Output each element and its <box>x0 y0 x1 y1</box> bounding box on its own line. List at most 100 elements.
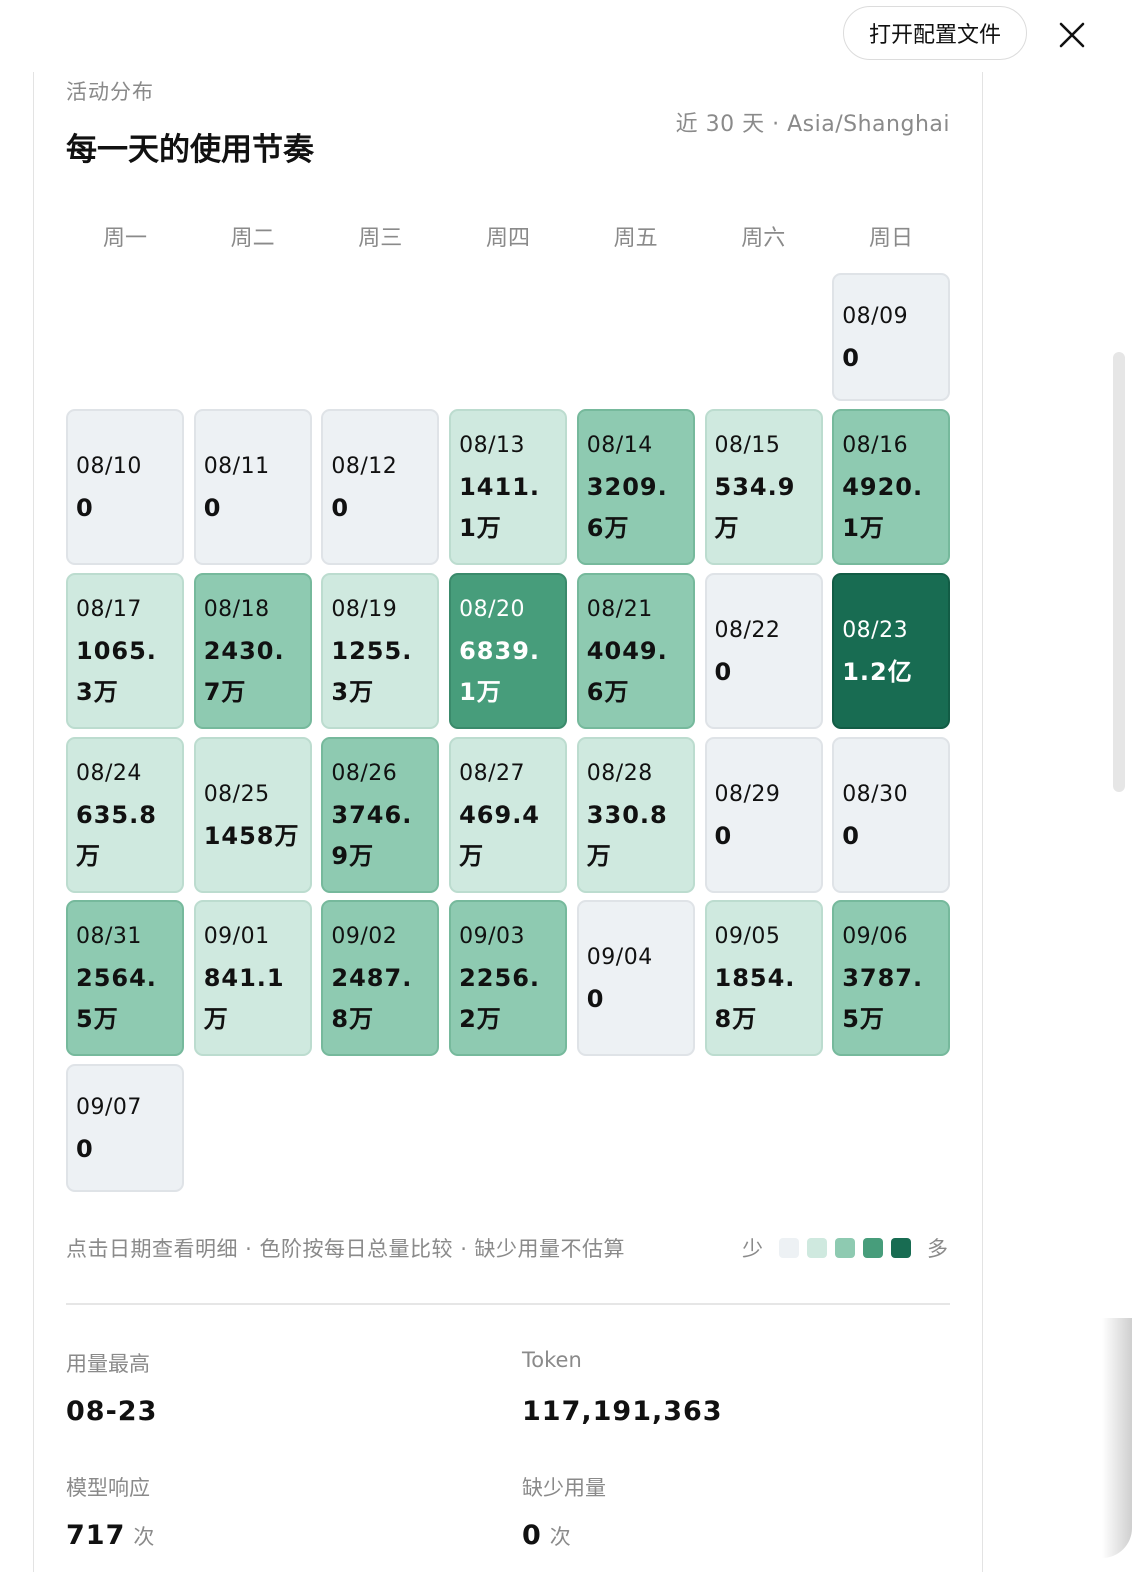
day-cell[interactable]: 08/25 1458万 <box>193 737 312 893</box>
day-cell[interactable]: 08/10 0 <box>66 409 184 565</box>
day-cell[interactable]: 09/06 3787.5万 <box>832 900 951 1056</box>
day-cell[interactable]: 08/09 0 <box>832 273 951 401</box>
day-date: 08/23 <box>842 617 909 643</box>
day-cell[interactable]: 08/31 2564.5万 <box>66 900 184 1056</box>
day-value: 2430.7万 <box>203 637 285 706</box>
calendar-grid: 08/09 0 08/10 0 08/11 0 08/12 0 08/13 1411.1万 08/1… <box>66 273 951 1193</box>
weekday-header: 周一 周二 周三 周四 周五 周六 周日 <box>66 220 950 252</box>
day-cell[interactable]: 08/15 534.9万 <box>704 409 823 565</box>
day-date: 08/17 <box>76 597 142 622</box>
day-value: 4920.1万 <box>842 473 924 542</box>
weekday-thu: 周四 <box>485 226 530 251</box>
day-cell[interactable]: 09/01 841.1万 <box>193 900 312 1056</box>
day-value: 3746.9万 <box>331 801 413 870</box>
day-value: 2564.5万 <box>76 964 157 1033</box>
day-cell[interactable]: 08/23 1.2亿 <box>832 573 951 729</box>
day-date: 08/21 <box>586 597 653 622</box>
day-date: 08/26 <box>331 761 398 786</box>
day-value: 0 <box>76 1134 94 1163</box>
close-icon <box>1059 22 1085 48</box>
day-value: 0 <box>714 657 733 686</box>
day-value: 3787.5万 <box>842 964 924 1033</box>
day-date: 08/09 <box>842 303 909 329</box>
divider <box>66 1303 950 1305</box>
day-date: 09/01 <box>203 924 270 949</box>
top-bar: 打开配置文件 <box>0 0 1132 72</box>
peak-label: 用量最高 <box>66 1352 150 1376</box>
weekday-fri: 周五 <box>613 226 658 251</box>
day-date: 08/27 <box>459 761 525 786</box>
day-cell[interactable]: 09/03 2256.2万 <box>449 900 568 1056</box>
missing-unit: 次 <box>549 1525 572 1549</box>
day-date: 09/06 <box>842 924 909 949</box>
day-value: 0 <box>842 343 860 372</box>
day-value: 1458万 <box>203 821 300 850</box>
day-cell[interactable]: 09/07 0 <box>66 1064 184 1192</box>
responses-label: 模型响应 <box>66 1476 150 1500</box>
day-cell[interactable]: 08/26 3746.9万 <box>321 737 440 893</box>
weekday-mon: 周一 <box>102 226 147 251</box>
day-cell[interactable]: 08/11 0 <box>193 409 312 565</box>
day-cell[interactable]: 08/27 469.4万 <box>449 737 568 893</box>
day-date: 09/07 <box>76 1094 142 1120</box>
day-value: 4049.6万 <box>586 637 668 706</box>
day-date: 08/13 <box>459 433 525 458</box>
legend-swatch-0 <box>779 1238 799 1258</box>
day-value: 2487.8万 <box>331 964 413 1033</box>
day-value: 0 <box>586 984 605 1013</box>
missing-value: 0 <box>522 1520 542 1551</box>
weekday-sat: 周六 <box>741 226 786 251</box>
day-cell[interactable]: 09/02 2487.8万 <box>321 900 440 1056</box>
legend-swatch-3 <box>863 1238 883 1258</box>
day-cell[interactable]: 08/17 1065.3万 <box>66 573 184 729</box>
calendar-hint: 点击日期查看明细 · 色阶按每日总量比较 · 缺少用量不估算 <box>66 1237 626 1261</box>
day-cell[interactable]: 08/14 3209.6万 <box>576 409 695 565</box>
responses-stat: 717 次 <box>66 1520 155 1551</box>
day-value: 0 <box>203 493 222 522</box>
section-eyebrow: 活动分布 <box>66 80 154 104</box>
day-value: 841.1万 <box>203 964 285 1033</box>
day-cell[interactable]: 08/30 0 <box>832 737 951 893</box>
legend-swatch-4 <box>891 1238 911 1258</box>
window-corner-shadow <box>1102 1318 1132 1558</box>
day-value: 6839.1万 <box>459 637 541 706</box>
day-cell[interactable]: 09/04 0 <box>576 900 695 1056</box>
close-button[interactable] <box>1050 13 1094 57</box>
responses-value: 717 <box>66 1520 126 1551</box>
day-cell[interactable]: 08/24 635.8万 <box>66 737 184 893</box>
day-date: 08/31 <box>76 924 142 949</box>
token-value: 117,191,363 <box>522 1396 723 1427</box>
day-date: 08/20 <box>459 597 525 622</box>
scrollbar[interactable] <box>1113 352 1125 792</box>
legend-less-label: 少 <box>742 1237 763 1261</box>
day-value: 534.9万 <box>714 473 796 542</box>
section-title: 每一天的使用节奏 <box>66 132 314 168</box>
token-label: Token <box>522 1348 582 1372</box>
day-cell[interactable]: 08/21 4049.6万 <box>576 573 695 729</box>
day-cell[interactable]: 08/29 0 <box>704 737 823 893</box>
day-cell[interactable]: 08/13 1411.1万 <box>449 409 568 565</box>
day-date: 08/16 <box>842 433 909 458</box>
weekday-wed: 周三 <box>358 226 403 251</box>
responses-unit: 次 <box>133 1525 156 1549</box>
day-value: 1411.1万 <box>459 473 541 542</box>
day-cell[interactable]: 08/18 2430.7万 <box>193 573 312 729</box>
day-cell[interactable]: 08/28 330.8万 <box>576 737 695 893</box>
day-date: 08/24 <box>76 761 142 786</box>
day-date: 09/02 <box>331 924 398 949</box>
day-value: 0 <box>331 493 350 522</box>
day-date: 08/30 <box>842 781 909 807</box>
day-cell[interactable]: 08/12 0 <box>321 409 440 565</box>
day-cell[interactable]: 08/22 0 <box>704 573 823 729</box>
day-date: 08/11 <box>203 453 270 479</box>
open-config-button[interactable]: 打开配置文件 <box>843 6 1027 60</box>
day-cell[interactable]: 08/19 1255.3万 <box>321 573 440 729</box>
day-value: 469.4万 <box>459 801 541 870</box>
day-cell[interactable]: 09/05 1854.8万 <box>704 900 823 1056</box>
day-date: 08/15 <box>714 433 781 458</box>
day-date: 09/04 <box>586 944 653 970</box>
day-value: 0 <box>842 821 860 850</box>
day-value: 1255.3万 <box>331 637 413 706</box>
day-cell[interactable]: 08/16 4920.1万 <box>832 409 951 565</box>
day-cell[interactable]: 08/20 6839.1万 <box>449 573 568 729</box>
